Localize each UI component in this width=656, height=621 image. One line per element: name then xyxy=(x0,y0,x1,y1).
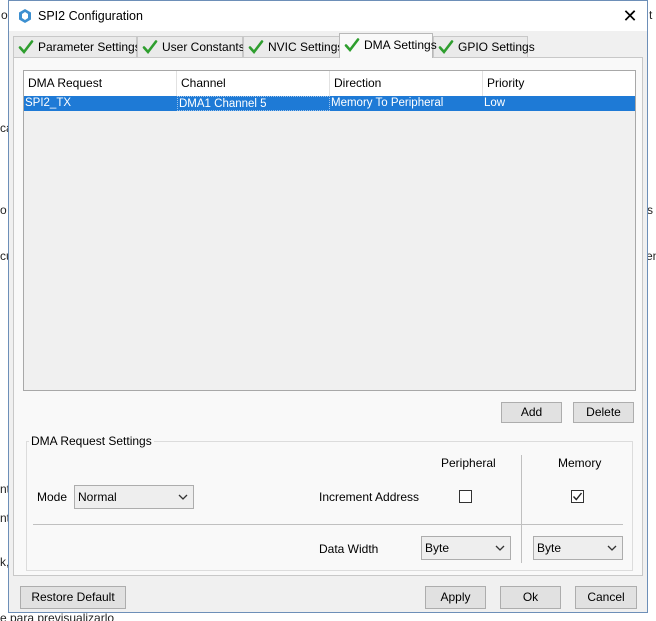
chevron-down-icon xyxy=(495,545,505,551)
tab-user-constants[interactable]: User Constants xyxy=(137,36,245,57)
delete-button[interactable]: Delete xyxy=(573,402,634,423)
apply-button[interactable]: Apply xyxy=(425,586,486,609)
column-header-direction[interactable]: Direction xyxy=(330,71,483,96)
tab-parameter-settings[interactable]: Parameter Settings xyxy=(13,36,141,57)
check-icon xyxy=(344,38,360,53)
tab-nvic-settings[interactable]: NVIC Settings xyxy=(243,36,344,57)
mode-value: Normal xyxy=(78,490,117,504)
column-header-priority[interactable]: Priority xyxy=(483,71,635,96)
separator xyxy=(33,524,623,525)
memory-data-width-select[interactable]: Byte xyxy=(533,536,623,560)
checkmark-icon xyxy=(572,492,583,501)
title-bar[interactable]: SPI2 Configuration ✕ xyxy=(9,1,647,31)
tab-label: Parameter Settings xyxy=(38,40,141,54)
peripheral-header: Peripheral xyxy=(441,456,496,470)
peripheral-data-width-select[interactable]: Byte xyxy=(421,536,511,560)
tab-label: DMA Settings xyxy=(364,38,437,52)
chevron-down-icon xyxy=(178,494,188,500)
memory-header: Memory xyxy=(558,456,602,470)
dma-request-table: DMA Request Channel Direction Priority S… xyxy=(23,70,636,391)
increment-address-label: Increment Address xyxy=(319,490,420,504)
column-divider xyxy=(521,455,522,563)
group-title: DMA Request Settings xyxy=(29,434,154,448)
check-icon xyxy=(142,40,158,55)
background-text: o xyxy=(1,8,8,22)
check-icon xyxy=(438,40,454,55)
add-button[interactable]: Add xyxy=(501,402,562,423)
window-title: SPI2 Configuration xyxy=(38,9,143,23)
memory-increment-checkbox[interactable] xyxy=(571,490,584,503)
column-header-channel[interactable]: Channel xyxy=(177,71,330,96)
tab-label: User Constants xyxy=(162,40,245,54)
mode-select[interactable]: Normal xyxy=(74,485,194,509)
table-header: DMA Request Channel Direction Priority xyxy=(24,71,635,97)
tab-label: GPIO Settings xyxy=(458,40,535,54)
cell-dma-request[interactable]: SPI2_TX xyxy=(24,96,177,111)
tab-dma-settings[interactable]: DMA Settings xyxy=(339,33,437,58)
ok-button[interactable]: Ok xyxy=(500,586,561,609)
check-icon xyxy=(18,40,34,55)
check-icon xyxy=(248,40,264,55)
dma-settings-panel: DMA Request Channel Direction Priority S… xyxy=(13,57,643,576)
peripheral-data-width-value: Byte xyxy=(425,541,450,555)
close-button[interactable]: ✕ xyxy=(613,1,647,31)
chevron-down-icon xyxy=(607,545,617,551)
table-row[interactable]: SPI2_TX DMA1 Channel 5 Memory To Periphe… xyxy=(24,96,635,111)
memory-data-width-value: Byte xyxy=(537,541,562,555)
tab-gpio-settings[interactable]: GPIO Settings xyxy=(433,36,535,57)
cancel-button[interactable]: Cancel xyxy=(575,586,637,609)
cell-priority[interactable]: Low xyxy=(483,96,635,111)
cell-direction[interactable]: Memory To Peripheral xyxy=(330,96,483,111)
peripheral-increment-checkbox[interactable] xyxy=(459,490,472,503)
column-header-dma-request[interactable]: DMA Request xyxy=(24,71,177,96)
app-icon xyxy=(19,9,31,23)
cell-channel[interactable]: DMA1 Channel 5 xyxy=(177,96,330,111)
background-text: o xyxy=(0,203,7,217)
tab-label: NVIC Settings xyxy=(268,40,344,54)
restore-default-button[interactable]: Restore Default xyxy=(20,586,126,609)
data-width-label: Data Width xyxy=(319,542,379,556)
mode-label: Mode xyxy=(37,490,68,504)
spi2-configuration-dialog: SPI2 Configuration ✕ Parameter Settings … xyxy=(8,0,648,613)
background-text: t xyxy=(649,8,653,22)
background-text: e para previsualizarlo xyxy=(0,612,115,621)
